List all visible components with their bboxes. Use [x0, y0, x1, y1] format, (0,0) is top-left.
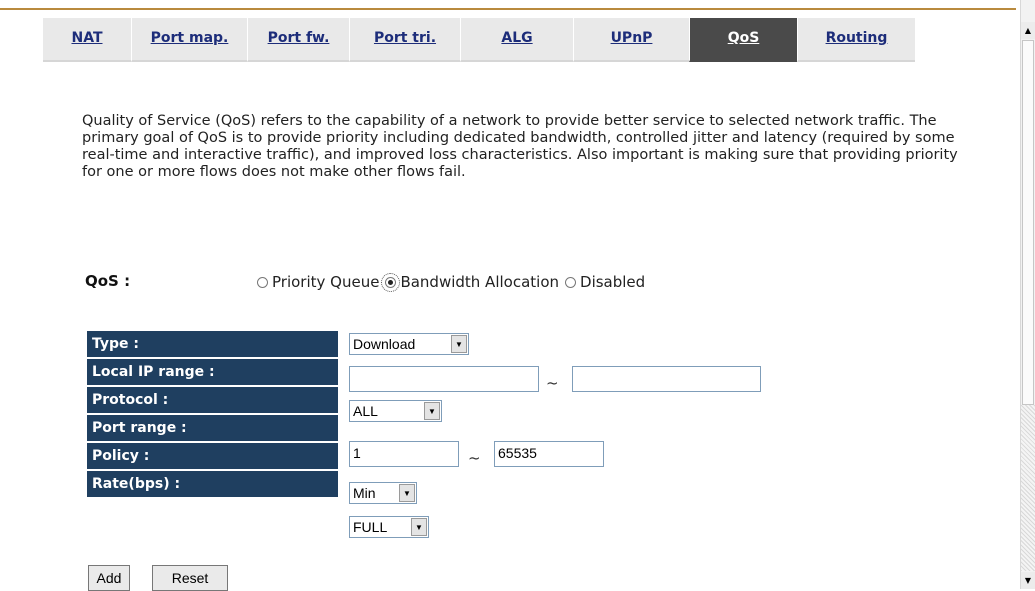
chevron-down-icon[interactable]: ▼ — [411, 518, 427, 536]
tab-upnp[interactable]: UPnP — [573, 18, 689, 62]
scrollbar-thumb[interactable] — [1022, 40, 1034, 405]
chevron-down-icon[interactable]: ▼ — [424, 402, 440, 420]
qos-label: QoS : — [85, 272, 131, 290]
tab-routing-label[interactable]: Routing — [826, 30, 888, 46]
scrollbar-track[interactable] — [1021, 405, 1035, 571]
type-select-value: Download — [353, 336, 416, 352]
tab-port-fw-label[interactable]: Port fw. — [268, 30, 330, 46]
policy-label: Policy : — [87, 443, 338, 469]
radio-disabled-label: Disabled — [580, 273, 646, 291]
radio-priority-queue-label: Priority Queue — [272, 273, 380, 291]
tab-port-map[interactable]: Port map. — [131, 18, 247, 62]
tab-alg[interactable]: ALG — [460, 18, 573, 62]
scroll-down-icon[interactable]: ▼ — [1021, 572, 1035, 589]
local-ip-start-input[interactable] — [349, 366, 539, 392]
qos-radio-group: Priority Queue Bandwidth Allocation Disa… — [257, 270, 651, 294]
type-label: Type : — [87, 331, 338, 357]
chevron-down-icon[interactable]: ▼ — [451, 335, 467, 353]
qos-description: Quality of Service (QoS) refers to the c… — [82, 113, 958, 180]
port-start-input[interactable]: 1 — [349, 441, 459, 467]
local-ip-range-label: Local IP range : — [87, 359, 338, 385]
tab-qos-label[interactable]: QoS — [728, 30, 760, 46]
header-rule — [0, 8, 1016, 10]
tab-port-fw[interactable]: Port fw. — [247, 18, 349, 62]
tab-routing[interactable]: Routing — [797, 18, 915, 62]
tab-port-map-label[interactable]: Port map. — [151, 30, 229, 46]
ip-range-separator: ~ — [546, 374, 559, 392]
tab-nat[interactable]: NAT — [43, 18, 131, 62]
radio-bandwidth-allocation-label: Bandwidth Allocation — [400, 273, 560, 291]
radio-bandwidth-allocation[interactable]: Bandwidth Allocation — [381, 272, 560, 292]
tab-upnp-label[interactable]: UPnP — [611, 30, 653, 46]
tab-port-tri-label[interactable]: Port tri. — [374, 30, 436, 46]
radio-disabled-dot[interactable] — [565, 276, 577, 288]
radio-disabled[interactable]: Disabled — [565, 273, 645, 291]
type-select[interactable]: Download ▼ — [349, 333, 469, 355]
nav-tabs: NAT Port map. Port fw. Port tri. ALG UPn… — [43, 18, 936, 62]
tab-nat-label[interactable]: NAT — [71, 30, 102, 46]
protocol-select-value: ALL — [353, 403, 378, 419]
port-range-separator: ~ — [468, 449, 481, 467]
port-end-input[interactable]: 65535 — [494, 441, 604, 467]
add-button[interactable]: Add — [88, 565, 130, 591]
tab-port-tri[interactable]: Port tri. — [349, 18, 460, 62]
tab-alg-label[interactable]: ALG — [501, 30, 532, 46]
protocol-label: Protocol : — [87, 387, 338, 413]
radio-bandwidth-allocation-dot[interactable] — [381, 272, 401, 292]
local-ip-end-input[interactable] — [572, 366, 761, 392]
radio-priority-queue[interactable]: Priority Queue — [257, 273, 379, 291]
port-range-label: Port range : — [87, 415, 338, 441]
reset-button[interactable]: Reset — [152, 565, 228, 591]
vertical-scrollbar[interactable]: ▲ ▼ — [1020, 0, 1035, 589]
qos-mode-row: QoS : Priority Queue Bandwidth Allocatio… — [85, 270, 785, 294]
scroll-up-icon[interactable]: ▲ — [1021, 22, 1035, 39]
tab-qos[interactable]: QoS — [689, 18, 797, 62]
chevron-down-icon[interactable]: ▼ — [399, 484, 415, 502]
qos-form-labels: Type : Local IP range : Protocol : Port … — [87, 331, 338, 499]
rate-label: Rate(bps) : — [87, 471, 338, 497]
policy-select-value: Min — [353, 485, 376, 501]
rate-select[interactable]: FULL ▼ — [349, 516, 429, 538]
radio-priority-queue-dot[interactable] — [257, 276, 268, 288]
protocol-select[interactable]: ALL ▼ — [349, 400, 442, 422]
rate-select-value: FULL — [353, 519, 388, 535]
policy-select[interactable]: Min ▼ — [349, 482, 417, 504]
